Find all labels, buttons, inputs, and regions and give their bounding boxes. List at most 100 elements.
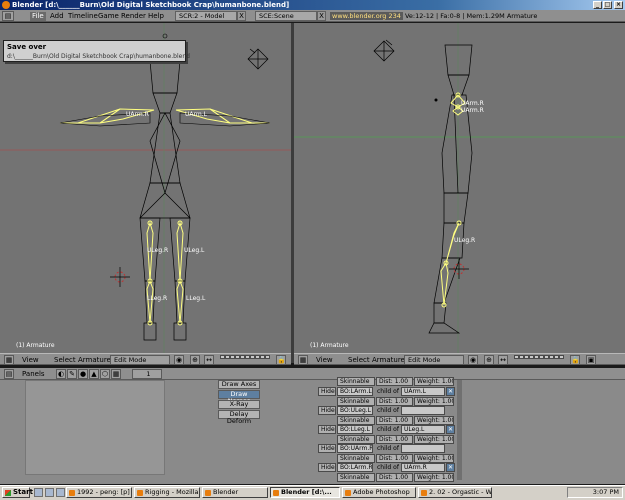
lock-icon-right[interactable]: 🔒 — [570, 355, 580, 365]
maximize-button[interactable]: □ — [603, 1, 612, 9]
logic-tab-icon[interactable]: ◐ — [56, 369, 66, 379]
draw-type-icon-right[interactable]: ◉ — [468, 355, 478, 365]
menu-select-right[interactable]: Select — [348, 356, 370, 364]
menu-help[interactable]: Help — [148, 12, 164, 21]
mode-selector-right[interactable]: Edit Mode — [404, 355, 464, 365]
lamp-side-icon[interactable] — [373, 39, 395, 62]
viewport-front[interactable]: UArm.R UArm.L ULeg.R ULeg.L LLeg.R LLeg.… — [0, 23, 291, 353]
hide-toggle[interactable]: Hide — [318, 425, 336, 434]
menu-view-right[interactable]: View — [316, 356, 333, 364]
task-blender-active[interactable]: Blender [d:\... — [270, 487, 340, 498]
parent-field[interactable]: UArm.L — [401, 387, 445, 396]
blender-url[interactable]: www.blender.org 234 — [330, 12, 403, 20]
quicklaunch-browser-icon[interactable] — [45, 488, 54, 497]
3d-cursor-side-icon[interactable] — [449, 259, 469, 279]
hide-toggle[interactable]: Hide — [318, 444, 336, 453]
layer-buttons-left[interactable] — [220, 355, 270, 365]
render-icon-right[interactable]: ▣ — [586, 355, 596, 365]
skinnable-toggle[interactable]: Skinnable — [337, 473, 375, 482]
screen-selector[interactable]: SCR:2 - Model — [175, 11, 237, 21]
scene-selector[interactable]: SCE:Scene — [255, 11, 317, 21]
side-view-canvas[interactable]: UArm.R UArm.R ULeg.R — [294, 23, 625, 353]
weight-field[interactable]: Weight: 1.00 — [414, 377, 454, 386]
clear-parent-button[interactable]: ✕ — [446, 387, 455, 396]
shading-tab-icon[interactable]: ● — [78, 369, 88, 379]
viewport-side[interactable]: UArm.R UArm.R ULeg.R (1) Armature — [294, 23, 625, 353]
weight-field[interactable]: Weight: 1.00 — [414, 397, 454, 406]
menu-timeline[interactable]: Timeline — [68, 12, 98, 21]
skinnable-toggle[interactable]: Skinnable — [337, 454, 375, 463]
arm-bones-selected[interactable] — [60, 108, 270, 124]
bone-name-field[interactable]: BO:LLeg.L — [337, 425, 373, 434]
scene-tab-icon[interactable]: ▦ — [111, 369, 121, 379]
x-ray-toggle[interactable]: X-Ray — [218, 400, 260, 409]
minimize-button[interactable]: _ — [593, 1, 602, 9]
task-photoshop[interactable]: Adobe Photoshop — [342, 487, 416, 498]
hide-toggle[interactable]: Hide — [318, 406, 336, 415]
layer-buttons-right[interactable] — [514, 355, 564, 365]
dist-field[interactable]: Dist: 1.00 — [376, 473, 413, 482]
bone-name-field[interactable]: BO:ULeg.L — [337, 406, 373, 415]
parent-field[interactable]: UArm.R — [401, 463, 445, 472]
buttons-window-type-icon[interactable]: ▤ — [4, 369, 14, 379]
object-tab-icon[interactable]: ▲ — [89, 369, 99, 379]
menu-game[interactable]: Game — [98, 12, 119, 21]
clear-parent-button[interactable]: ✕ — [446, 425, 455, 434]
hide-toggle[interactable]: Hide — [318, 463, 336, 472]
pivot-icon-left[interactable]: ⊕ — [190, 355, 200, 365]
quicklaunch-desktop-icon[interactable] — [34, 488, 43, 497]
armature-wire-side[interactable] — [428, 44, 473, 334]
save-over-popup[interactable]: Save over d:\______Burn\Old Digital Sket… — [3, 40, 190, 62]
skinnable-toggle[interactable]: Skinnable — [337, 397, 375, 406]
bone-name-field[interactable]: BO:LArm.R — [337, 463, 373, 472]
menu-file[interactable]: File — [30, 12, 46, 21]
draw-names-toggle[interactable]: Draw Names — [218, 390, 260, 405]
manipulator-icon-left[interactable]: ↔ — [204, 355, 214, 365]
panels-menu[interactable]: Panels — [22, 370, 45, 378]
weight-field[interactable]: Weight: 1.00 — [414, 454, 454, 463]
front-view-canvas[interactable]: UArm.R UArm.L ULeg.R ULeg.L LLeg.R LLeg.… — [0, 23, 291, 353]
menu-view-left[interactable]: View — [22, 356, 39, 364]
delete-scene-button[interactable]: X — [317, 11, 326, 21]
weight-field[interactable]: Weight: 1.00 — [414, 473, 454, 482]
save-over-button[interactable]: Save over — [7, 43, 46, 51]
bone-name-field[interactable]: BO:LArm.L — [337, 387, 373, 396]
window-type-icon-left[interactable]: ▦ — [4, 355, 14, 365]
mode-selector-left[interactable]: Edit Mode — [110, 355, 170, 365]
window-type-icon[interactable]: ▤ — [2, 11, 14, 21]
delete-screen-button[interactable]: X — [237, 11, 246, 21]
lock-icon-left[interactable]: 🔒 — [276, 355, 286, 365]
menu-render[interactable]: Render — [121, 12, 146, 21]
script-tab-icon[interactable]: ✎ — [67, 369, 77, 379]
window-type-icon-right[interactable]: ▦ — [298, 355, 308, 365]
skinnable-toggle[interactable]: Skinnable — [337, 435, 375, 444]
quicklaunch-media-icon[interactable] — [56, 488, 65, 497]
hide-toggle[interactable]: Hide — [318, 387, 336, 396]
parent-field[interactable] — [401, 444, 445, 453]
dist-field[interactable]: Dist: 1.00 — [376, 416, 413, 425]
menu-armature-right[interactable]: Armature — [372, 356, 405, 364]
bones-selected-side[interactable] — [440, 92, 466, 308]
pivot-icon-right[interactable]: ⊕ — [484, 355, 494, 365]
page-number-field[interactable]: 1 — [132, 369, 162, 379]
close-window-button[interactable]: × — [614, 1, 623, 9]
parent-field[interactable]: ULeg.L — [401, 425, 445, 434]
buttons-scrollbar[interactable] — [457, 380, 462, 480]
dist-field[interactable]: Dist: 1.00 — [376, 397, 413, 406]
clock[interactable]: 3:07 PM — [593, 488, 619, 496]
3d-cursor-icon[interactable] — [110, 267, 130, 287]
task-peng[interactable]: 1992 - peng: [p] — [66, 487, 132, 498]
task-winamp[interactable]: 2. 02 - Orgastic - Win... — [418, 487, 492, 498]
armature-wire[interactable] — [139, 60, 191, 219]
skinnable-toggle[interactable]: Skinnable — [337, 416, 375, 425]
dist-field[interactable]: Dist: 1.00 — [376, 377, 413, 386]
task-mozilla[interactable]: Rigging - Mozilla — [134, 487, 200, 498]
menu-select-left[interactable]: Select — [54, 356, 76, 364]
draw-axes-toggle[interactable]: Draw Axes — [218, 380, 260, 389]
lamp-icon[interactable] — [247, 48, 269, 70]
editing-tab-icon[interactable]: ⬡ — [100, 369, 110, 379]
leg-bones-selected[interactable] — [146, 220, 184, 326]
parent-field[interactable] — [401, 406, 445, 415]
start-button[interactable]: Start — [2, 487, 33, 498]
dist-field[interactable]: Dist: 1.00 — [376, 435, 413, 444]
